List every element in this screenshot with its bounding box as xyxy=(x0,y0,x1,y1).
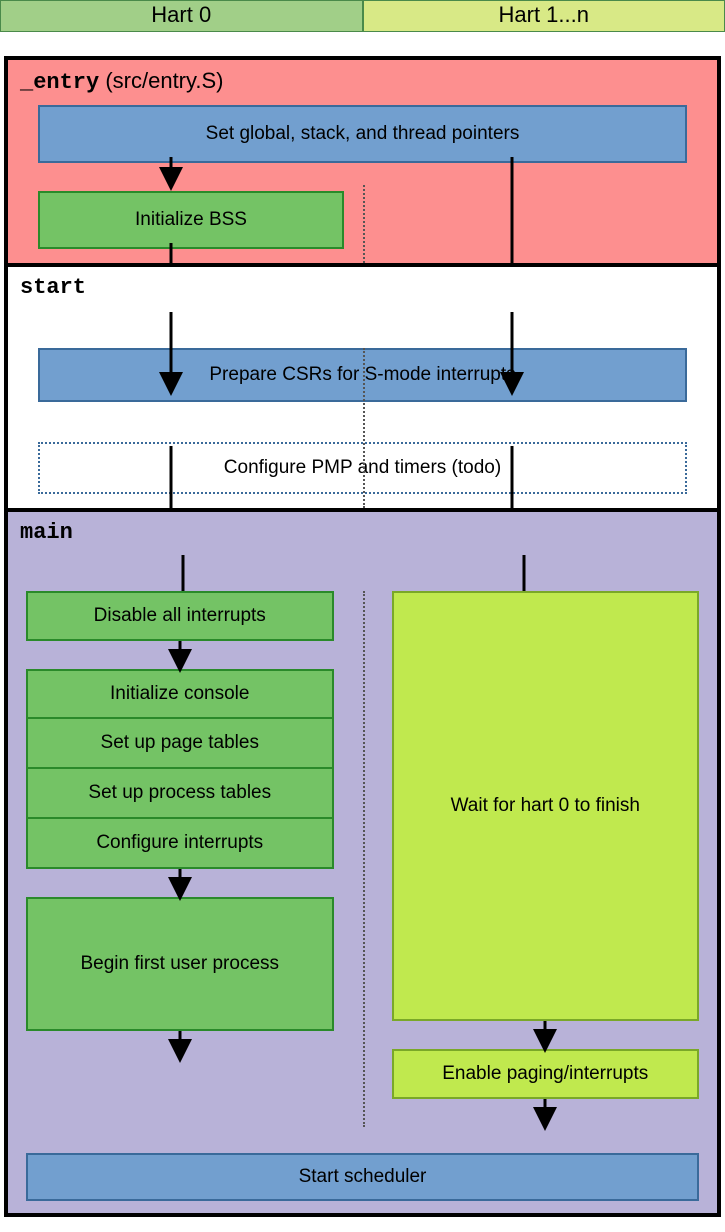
box-init-bss: Initialize BSS xyxy=(38,191,344,249)
header-row: Hart 0 Hart 1...n xyxy=(0,0,725,32)
box-first-user-process: Begin first user process xyxy=(26,897,334,1031)
box-disable-interrupts: Disable all interrupts xyxy=(26,591,334,641)
column-hart0: Disable all interrupts Initialize consol… xyxy=(26,591,334,1127)
column-hart1n: Wait for hart 0 to finish Enable paging/… xyxy=(392,591,700,1127)
vertical-divider xyxy=(363,185,365,263)
box-set-pointers: Set global, stack, and thread pointers xyxy=(38,105,687,163)
box-page-tables: Set up page tables xyxy=(26,719,334,769)
arrow-icon xyxy=(170,869,190,899)
section-start: start Prepare CSRs for S-mode interrupts… xyxy=(8,267,717,512)
box-process-tables: Set up process tables xyxy=(26,769,334,819)
entry-title-rest: (src/entry.S) xyxy=(99,68,223,93)
header-hart0: Hart 0 xyxy=(0,0,363,32)
vertical-divider xyxy=(363,348,365,508)
header-hart1n: Hart 1...n xyxy=(363,0,725,32)
arrow-icon xyxy=(535,1021,555,1051)
box-start-scheduler: Start scheduler xyxy=(26,1153,699,1201)
box-init-console: Initialize console xyxy=(26,669,334,719)
box-enable-paging: Enable paging/interrupts xyxy=(392,1049,700,1099)
section-main-title: main xyxy=(8,512,717,549)
arrow-icon xyxy=(170,1031,190,1061)
section-start-title: start xyxy=(8,267,717,304)
diagram-outer: _entry (src/entry.S) Set global, stack, … xyxy=(4,56,721,1217)
box-config-interrupts: Configure interrupts xyxy=(26,819,334,869)
section-entry-title: _entry (src/entry.S) xyxy=(8,60,717,99)
arrow-icon xyxy=(170,641,190,671)
arrow-icon xyxy=(535,1099,555,1129)
entry-title-code: _entry xyxy=(20,70,99,95)
arrow-icon xyxy=(502,157,522,267)
vertical-divider xyxy=(363,591,365,1127)
section-main: main Disable all interrupts xyxy=(8,512,717,1213)
section-entry: _entry (src/entry.S) Set global, stack, … xyxy=(8,60,717,267)
box-wait-hart0: Wait for hart 0 to finish xyxy=(392,591,700,1021)
